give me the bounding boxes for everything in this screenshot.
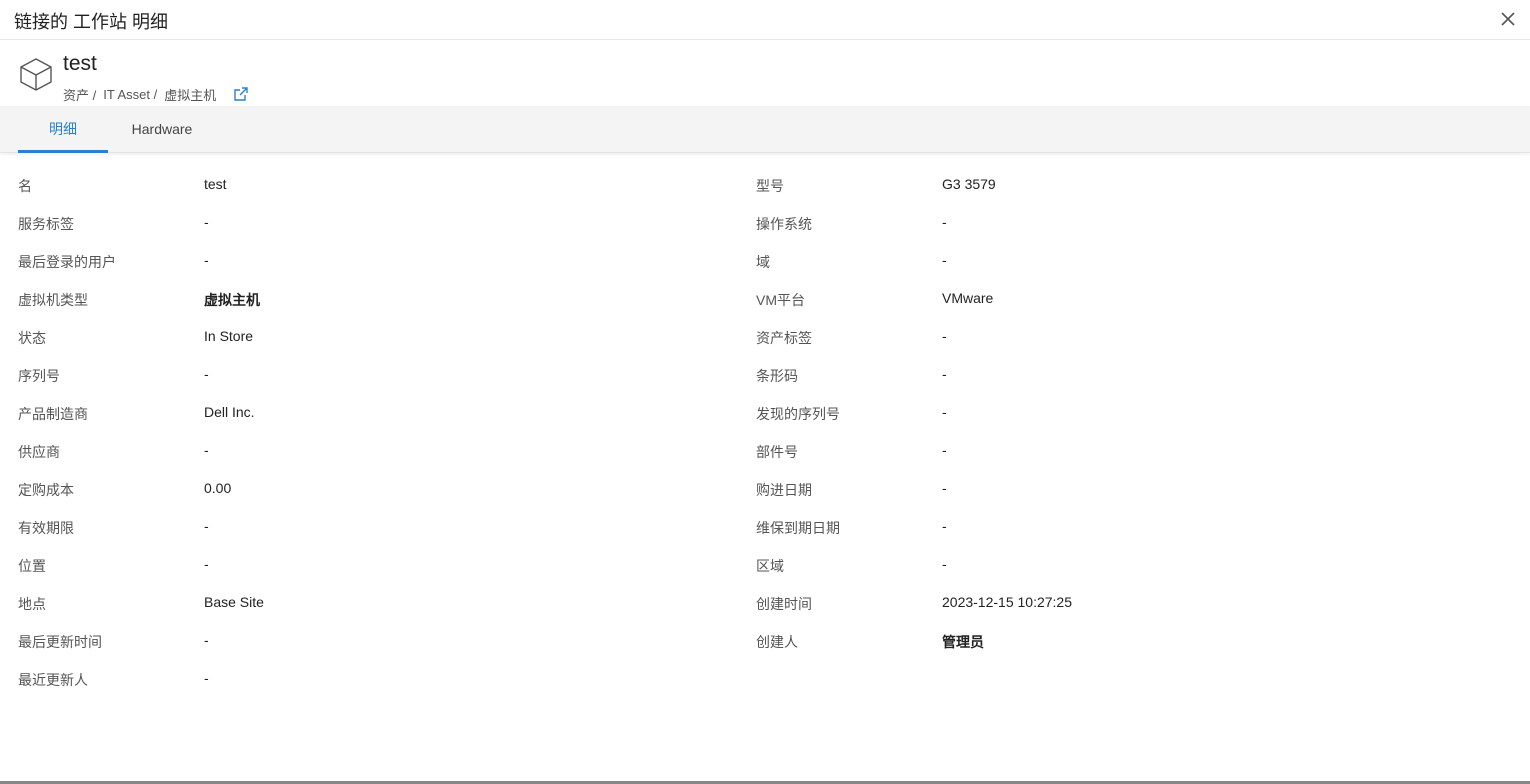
detail-value: VMware (942, 290, 994, 306)
detail-value: Base Site (204, 594, 264, 610)
detail-label: 创建时间 (756, 596, 812, 612)
detail-value: - (942, 214, 947, 230)
detail-label: 有效期限 (18, 520, 74, 536)
detail-value: test (204, 176, 227, 192)
detail-label: 最近更新人 (18, 672, 88, 688)
breadcrumb-item-it-asset[interactable]: IT Asset / (103, 87, 157, 102)
detail-label: VM平台 (756, 292, 805, 308)
detail-label: 地点 (18, 596, 46, 612)
detail-value: - (204, 214, 209, 230)
detail-value: - (942, 556, 947, 572)
detail-value: - (942, 404, 947, 420)
detail-value: - (942, 328, 947, 344)
detail-value: - (942, 252, 947, 268)
detail-value: - (204, 366, 209, 382)
detail-value: - (942, 480, 947, 496)
detail-value: - (942, 442, 947, 458)
detail-label: 维保到期日期 (756, 520, 840, 536)
external-link-icon[interactable] (233, 86, 249, 102)
detail-label: 虚拟机类型 (18, 292, 88, 308)
detail-value: 2023-12-15 10:27:25 (942, 594, 1072, 610)
asset-name: test (63, 52, 97, 75)
close-icon[interactable] (1498, 9, 1518, 29)
detail-value: In Store (204, 328, 254, 344)
detail-label: 条形码 (756, 368, 798, 384)
detail-label: 位置 (18, 558, 46, 574)
detail-value: - (204, 252, 209, 268)
detail-label: 区域 (756, 558, 784, 574)
detail-label: 产品制造商 (18, 406, 88, 422)
breadcrumb: 资产 / IT Asset / 虚拟主机 (63, 85, 249, 104)
detail-label: 最后登录的用户 (18, 254, 116, 270)
detail-value: - (204, 518, 209, 534)
detail-value: - (204, 556, 209, 572)
detail-value: G3 3579 (942, 176, 996, 192)
breadcrumb-item-virtual-host[interactable]: 虚拟主机 (164, 85, 216, 104)
tab-bar: 明细 Hardware (0, 106, 1530, 153)
breadcrumb-item-assets[interactable]: 资产 / (63, 85, 96, 104)
detail-value: - (204, 670, 209, 686)
detail-label: 购进日期 (756, 482, 812, 498)
detail-label: 操作系统 (756, 216, 812, 232)
detail-label: 定购成本 (18, 482, 74, 498)
dialog-titlebar: 链接的 工作站 明细 (0, 0, 1530, 40)
detail-value: - (942, 366, 947, 382)
detail-value: - (942, 518, 947, 534)
detail-value: Dell Inc. (204, 404, 255, 420)
cube-icon (18, 56, 54, 92)
detail-label: 发现的序列号 (756, 406, 840, 422)
tab-details[interactable]: 明细 (18, 106, 108, 153)
asset-header: test 资产 / IT Asset / 虚拟主机 (0, 40, 1530, 106)
detail-label: 服务标签 (18, 216, 74, 232)
detail-label: 供应商 (18, 444, 60, 460)
detail-label: 型号 (756, 178, 784, 194)
detail-label: 域 (756, 254, 770, 270)
tab-hardware[interactable]: Hardware (118, 106, 206, 153)
detail-label: 创建人 (756, 634, 798, 650)
detail-label: 资产标签 (756, 330, 812, 346)
detail-value: 管理员 (942, 634, 984, 650)
detail-label: 部件号 (756, 444, 798, 460)
detail-value: - (204, 632, 209, 648)
dialog-title: 链接的 工作站 明细 (14, 12, 169, 32)
detail-label: 序列号 (18, 368, 60, 384)
detail-label: 名 (18, 178, 32, 194)
detail-value: 0.00 (204, 480, 232, 496)
detail-value: 虚拟主机 (204, 292, 260, 308)
detail-label: 状态 (18, 330, 46, 346)
detail-label: 最后更新时间 (18, 634, 102, 650)
detail-value: - (204, 442, 209, 458)
